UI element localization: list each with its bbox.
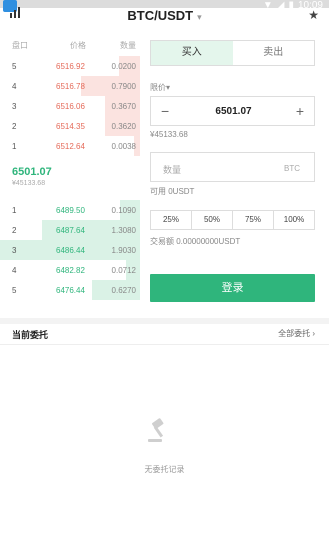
- row-index: 5: [12, 62, 17, 71]
- available-balance: 可用 0USDT: [150, 187, 195, 196]
- turnover: 交易额 0.00000000USDT: [150, 237, 241, 246]
- login-button[interactable]: 登录: [150, 274, 315, 302]
- row-index: 3: [12, 102, 17, 111]
- row-qty: 0.1090: [111, 206, 136, 215]
- row-qty: 0.3620: [111, 122, 136, 131]
- orders-separator: [0, 344, 329, 345]
- col-price: 价格: [70, 41, 86, 50]
- row-qty: 0.6270: [111, 286, 136, 295]
- gavel-icon: [148, 418, 164, 442]
- quantity-input[interactable]: 数量 BTC: [150, 152, 315, 182]
- row-price: 6516.92: [56, 62, 85, 71]
- percent-100-button[interactable]: 100%: [274, 211, 314, 229]
- row-index: 1: [12, 206, 17, 215]
- ask-row[interactable]: 1 6512.64 0.0038: [0, 136, 140, 156]
- price-value[interactable]: 6501.07: [151, 106, 316, 117]
- percent-50-button[interactable]: 50%: [192, 211, 233, 229]
- order-type-select[interactable]: 限价▾: [150, 82, 170, 93]
- empty-orders-text: 无委托记录: [144, 465, 185, 474]
- row-price: 6486.44: [56, 246, 85, 255]
- chevron-down-icon: ▾: [197, 12, 202, 22]
- row-index: 3: [12, 246, 17, 255]
- section-divider: [0, 318, 329, 324]
- chevron-down-icon: ▾: [166, 83, 171, 92]
- row-index: 2: [12, 122, 17, 131]
- buy-sell-tabs: 买入 卖出: [150, 40, 315, 66]
- pair-title: BTC/USDT: [127, 8, 194, 23]
- chevron-right-icon: ›: [312, 329, 315, 338]
- quantity-unit: BTC: [284, 164, 300, 173]
- row-qty: 0.0038: [111, 142, 136, 151]
- row-price: 6487.64: [56, 226, 85, 235]
- favorite-icon[interactable]: ★: [308, 8, 319, 22]
- ask-row[interactable]: 4 6516.78 0.7900: [0, 76, 140, 96]
- view-all-orders-link[interactable]: 全部委托 ›: [278, 328, 315, 339]
- pair-selector[interactable]: BTC/USDT ▾: [0, 8, 329, 23]
- view-all-label: 全部委托: [278, 329, 311, 338]
- row-qty: 0.7900: [111, 82, 136, 91]
- row-index: 4: [12, 82, 17, 91]
- row-qty: 1.3080: [111, 226, 136, 235]
- orders-title: 当前委托: [12, 330, 49, 340]
- row-price: 6512.64: [56, 142, 85, 151]
- percent-75-button[interactable]: 75%: [233, 211, 274, 229]
- status-bar: ▼ ◢ ▮ 10:09: [0, 0, 329, 18]
- ask-row[interactable]: 2 6514.35 0.3620: [0, 116, 140, 136]
- row-price: 6516.06: [56, 102, 85, 111]
- row-qty: 0.0200: [111, 62, 136, 71]
- row-index: 1: [12, 142, 17, 151]
- row-price: 6516.78: [56, 82, 85, 91]
- quantity-placeholder: 数量: [163, 165, 182, 175]
- row-qty: 0.0712: [111, 266, 136, 275]
- percent-25-button[interactable]: 25%: [151, 211, 192, 229]
- row-qty: 0.3670: [111, 102, 136, 111]
- tab-sell[interactable]: 卖出: [233, 41, 315, 65]
- row-index: 2: [12, 226, 17, 235]
- order-type-label: 限价: [150, 83, 166, 92]
- row-index: 4: [12, 266, 17, 275]
- row-qty: 1.9030: [111, 246, 136, 255]
- row-price: 6489.50: [56, 206, 85, 215]
- percent-selector: 25% 50% 75% 100%: [150, 210, 315, 230]
- plus-icon[interactable]: +: [296, 103, 304, 119]
- tab-buy[interactable]: 买入: [151, 41, 233, 65]
- bid-row[interactable]: 2 6487.64 1.3080: [0, 220, 140, 240]
- last-price: 6501.07: [12, 166, 52, 178]
- row-price: 6476.44: [56, 286, 85, 295]
- col-qty: 数量: [120, 41, 136, 50]
- bid-row[interactable]: 4 6482.82 0.0712: [0, 260, 140, 280]
- bid-row[interactable]: 1 6489.50 0.1090: [0, 200, 140, 220]
- price-cny: ¥45133.68: [150, 130, 188, 139]
- last-price-cny: ¥45133.68: [12, 180, 46, 187]
- ask-row[interactable]: 3 6516.06 0.3670: [0, 96, 140, 116]
- row-price: 6482.82: [56, 266, 85, 275]
- price-stepper: 6501.07 − +: [150, 96, 315, 126]
- header: BTC/USDT ▾ ★: [0, 8, 329, 32]
- col-index: 盘口: [12, 41, 28, 50]
- row-price: 6514.35: [56, 122, 85, 131]
- ask-row[interactable]: 5 6516.92 0.0200: [0, 56, 140, 76]
- bid-row[interactable]: 3 6486.44 1.9030: [0, 240, 140, 260]
- bid-row[interactable]: 5 6476.44 0.6270: [0, 280, 140, 300]
- row-index: 5: [12, 286, 17, 295]
- minus-icon[interactable]: −: [161, 103, 169, 119]
